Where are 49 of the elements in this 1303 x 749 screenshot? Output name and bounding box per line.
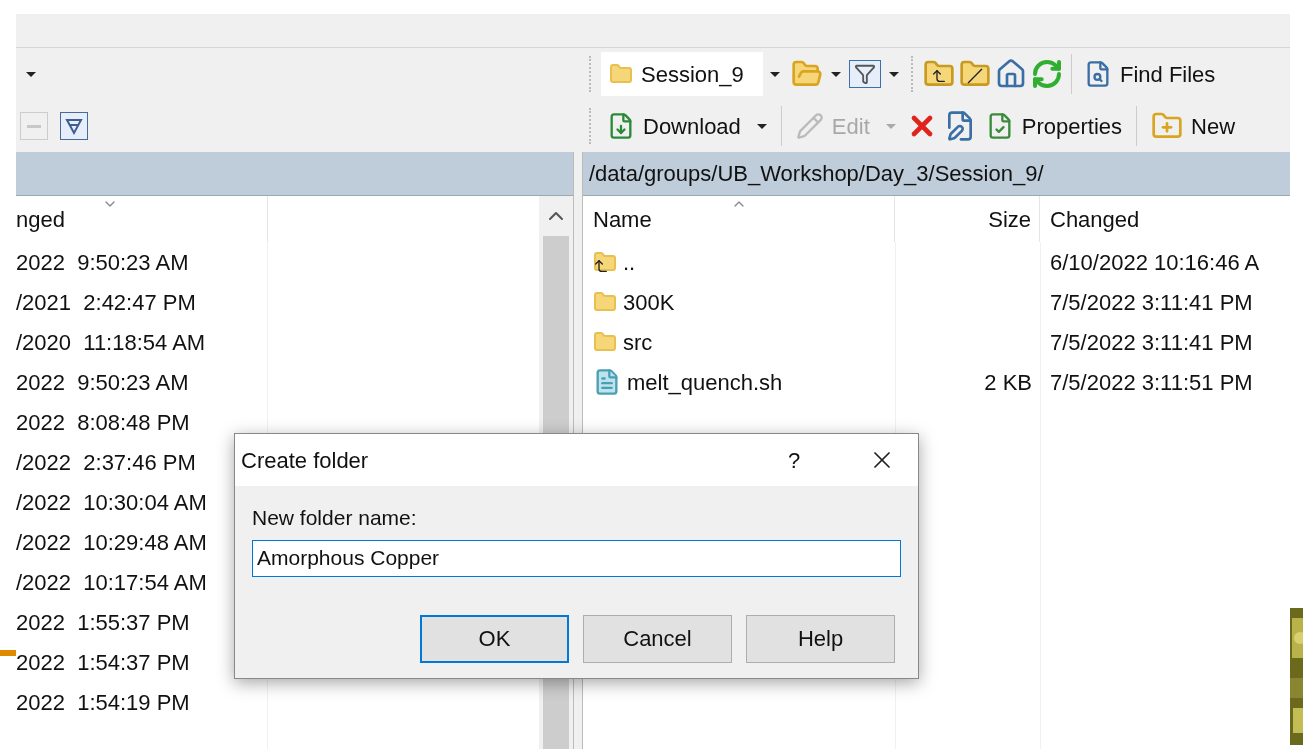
new-button[interactable]: New	[1147, 109, 1240, 143]
caret-icon[interactable]	[831, 71, 841, 77]
column-header[interactable]: Changed	[1040, 196, 1290, 242]
filter-button[interactable]	[60, 112, 88, 140]
field-label: New folder name:	[252, 505, 418, 531]
table-cell: 7/5/2022 3:11:41 PM	[1050, 289, 1253, 315]
find-files-button[interactable]: Find Files	[1080, 57, 1220, 91]
caret-icon[interactable]	[26, 71, 36, 77]
folder-icon	[593, 330, 617, 354]
help-button[interactable]: ?	[774, 443, 814, 477]
table-cell: 6/10/2022 10:16:46 A	[1050, 249, 1260, 275]
download-button[interactable]: Download	[603, 109, 771, 143]
table-cell-text: 2022 1:55:37 PM	[16, 608, 191, 637]
table-cell-text: 2022 9:50:23 AM	[16, 248, 190, 277]
table-cell: 7/5/2022 3:11:41 PM	[1050, 329, 1253, 355]
caret-icon[interactable]	[889, 71, 899, 77]
file-name[interactable]: ..	[623, 245, 636, 279]
dialog-title: Create folder	[241, 446, 370, 475]
table-cell-text: 2022 9:50:23 AM	[16, 368, 190, 397]
table-cell-text: /2021 2:42:47 PM	[16, 288, 197, 317]
column-header[interactable]: nged	[16, 196, 268, 242]
dialog-button[interactable]: Cancel	[583, 614, 732, 663]
table-cell-text: 2 KB	[984, 368, 1032, 397]
column-header[interactable]: Name	[583, 196, 895, 242]
table-cell-text: 2022 1:54:19 PM	[16, 688, 191, 717]
column-header[interactable]: Size	[895, 196, 1040, 242]
file-name[interactable]: src	[623, 325, 653, 359]
table-cell-text: /2022 10:17:54 AM	[16, 568, 208, 597]
dialog-button[interactable]: Help	[746, 614, 895, 663]
parent-folder-icon	[593, 250, 617, 274]
folder-icon	[593, 290, 617, 314]
folder-icon	[609, 62, 633, 86]
dialog-button[interactable]: OK	[420, 614, 569, 663]
pencil-icon	[795, 112, 824, 140]
filter-icon[interactable]	[849, 60, 881, 88]
minus-icon	[27, 124, 41, 128]
session-dropdown[interactable]: Session_9	[601, 52, 787, 96]
input-field[interactable]: Amorphous Copper	[252, 539, 901, 577]
filter-icon	[64, 116, 84, 136]
file-name[interactable]: 300K	[623, 285, 675, 319]
path-bar: /data/groups/UB_Workshop/Day_3/Session_9/	[583, 152, 1290, 196]
table-cell: 7/5/2022 3:11:51 PM	[1050, 369, 1253, 395]
properties-button[interactable]: Properties	[981, 109, 1127, 143]
refresh-icon[interactable]	[1031, 58, 1063, 90]
table-cell-text: 2022 8:08:48 PM	[16, 408, 191, 437]
table-cell-text: /2020 11:18:54 AM	[16, 328, 207, 357]
home-icon[interactable]	[995, 58, 1027, 90]
file-name[interactable]: melt_quench.sh	[627, 365, 783, 399]
table-cell-text: 2022 1:54:37 PM	[16, 648, 191, 677]
